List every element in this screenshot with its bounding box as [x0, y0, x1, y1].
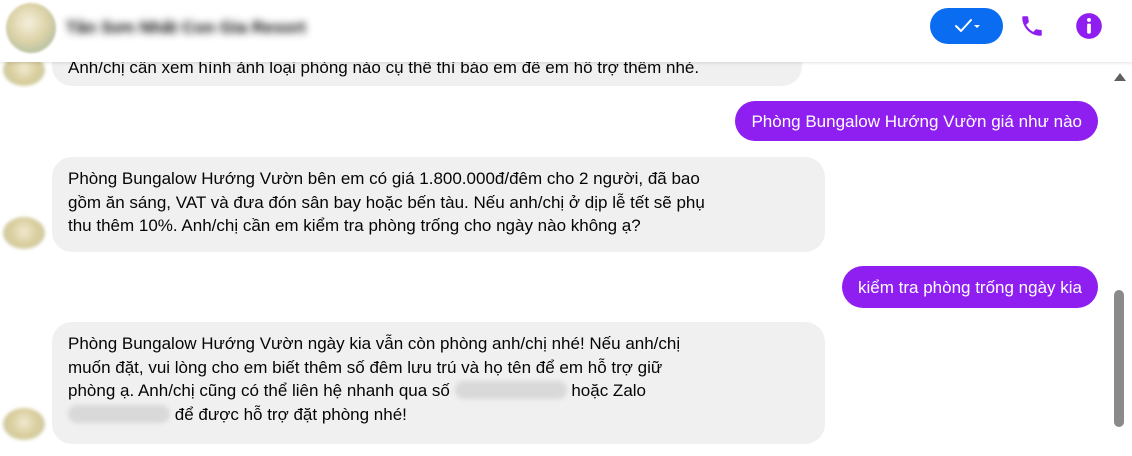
message-text: phòng ạ. Anh/chị cũng có thể liên hệ nha… — [68, 381, 450, 400]
message-text: để được hỗ trợ đặt phòng nhé! — [174, 404, 407, 424]
chat-header: Tân Sơn Nhất Con Gia Resort — [0, 0, 1132, 62]
phone-icon[interactable] — [1019, 13, 1045, 39]
message-line: phòng ạ. Anh/chị cũng có thể liên hệ nha… — [68, 379, 809, 403]
message-line: Phòng Bungalow Hướng Vườn ngày kia vẫn c… — [68, 334, 681, 353]
message-text: hoặc Zalo — [571, 381, 647, 400]
scroll-thumb[interactable] — [1114, 290, 1124, 427]
contact-name[interactable]: Tân Sơn Nhất Con Gia Resort — [66, 16, 306, 40]
message-bubble-incoming[interactable]: Phòng Bungalow Hướng Vườn ngày kia vẫn c… — [52, 322, 825, 444]
sender-avatar — [3, 408, 45, 440]
sender-avatar — [3, 62, 45, 86]
check-dropdown-icon — [954, 19, 980, 32]
message-line: để được hỗ trợ đặt phòng nhé! — [68, 403, 809, 427]
redacted-zalo-number — [68, 404, 170, 423]
redacted-phone-number — [454, 381, 567, 399]
message-bubble-outgoing[interactable]: Phòng Bungalow Hướng Vườn giá như nào — [735, 101, 1098, 141]
message-bubble-incoming[interactable]: Anh/chị cần xem hình ảnh loại phòng nào … — [52, 62, 802, 86]
message-bubble-incoming[interactable]: Phòng Bungalow Hướng Vườn bên em có giá … — [52, 157, 825, 252]
message-list: Anh/chị cần xem hình ảnh loại phòng nào … — [0, 62, 1104, 456]
message-bubble-outgoing[interactable]: kiểm tra phòng trống ngày kia — [842, 266, 1098, 308]
contact-avatar[interactable] — [6, 3, 56, 53]
info-icon[interactable] — [1075, 12, 1103, 40]
mark-done-button[interactable] — [930, 8, 1003, 44]
vertical-scrollbar[interactable] — [1108, 62, 1130, 456]
scroll-up-arrow-icon[interactable] — [1114, 73, 1126, 81]
message-line: muốn đặt, vui lòng cho em biết thêm số đ… — [68, 357, 663, 377]
sender-avatar — [3, 217, 45, 249]
